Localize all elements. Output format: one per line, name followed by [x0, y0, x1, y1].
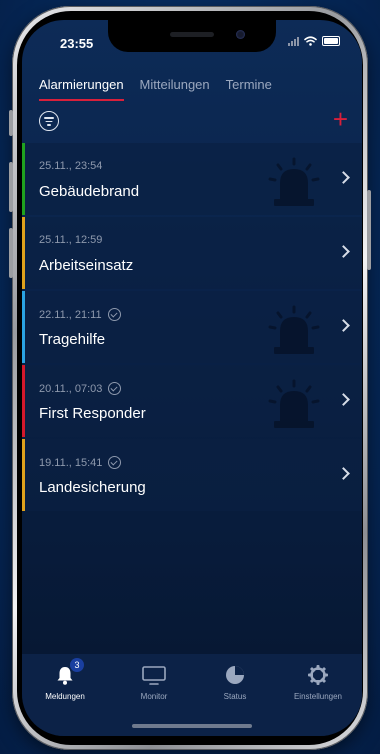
tabbar-item-status[interactable]: Status: [195, 664, 275, 701]
battery-icon: [322, 36, 340, 46]
alarm-type-color-bar: [22, 143, 25, 215]
camera-lens: [236, 30, 245, 39]
bell-icon: 3: [54, 658, 84, 686]
check-circle-icon: [107, 308, 121, 321]
tabbar-item-monitor[interactable]: Monitor: [114, 664, 194, 701]
alarm-datetime: 20.11., 07:03: [39, 382, 103, 395]
check-circle-icon: [108, 382, 122, 395]
alarm-row[interactable]: 19.11., 15:41 Landesicherung: [22, 439, 362, 511]
siren-icon: [268, 379, 320, 428]
power-button: [367, 190, 371, 270]
bottom-tab-bar: 3 Meldungen Monitor Status Einstellungen: [22, 654, 362, 736]
home-indicator: [132, 724, 252, 728]
alarm-row[interactable]: 22.11., 21:11 Tragehilfe: [22, 291, 362, 363]
alarm-datetime: 25.11., 23:54: [39, 160, 103, 172]
wifi-icon: [304, 36, 317, 46]
alarm-title: Landesicherung: [39, 479, 146, 496]
chevron-right-icon: [337, 393, 350, 406]
tab-termine[interactable]: Termine: [226, 77, 272, 101]
pie-clock-icon: [224, 664, 246, 686]
tabbar-item-meldungen[interactable]: 3 Meldungen: [25, 658, 105, 701]
tabbar-label-status: Status: [223, 692, 247, 701]
alarm-type-color-bar: [22, 439, 25, 511]
alarm-title: Tragehilfe: [39, 331, 106, 348]
app-screen: 23:55 Alarmierungen Mitteilungen Termine…: [22, 20, 362, 736]
signal-icon: [288, 36, 299, 46]
status-icons: [288, 36, 340, 46]
tab-alarmierungen[interactable]: Alarmierungen: [39, 77, 124, 101]
alarm-meta: 25.11., 23:54: [39, 160, 102, 172]
alarm-datetime: 22.11., 21:11: [39, 308, 102, 321]
check-circle-icon: [108, 456, 122, 469]
chevron-right-icon: [337, 171, 350, 184]
alarm-title: Gebäudebrand: [39, 183, 140, 200]
chevron-right-icon: [337, 245, 350, 258]
alarm-meta: 22.11., 21:11: [39, 308, 121, 321]
chevron-right-icon: [337, 319, 350, 332]
alarm-title: First Responder: [39, 405, 146, 422]
alarm-row[interactable]: 25.11., 12:59 Arbeitseinsatz: [22, 217, 362, 289]
alarm-row[interactable]: 25.11., 23:54 Gebäudebrand: [22, 143, 362, 215]
siren-icon: [268, 157, 320, 206]
add-alarm-button[interactable]: +: [333, 106, 348, 132]
alarm-type-color-bar: [22, 291, 25, 363]
alarm-meta: 20.11., 07:03: [39, 382, 122, 395]
notch: [108, 20, 276, 52]
mute-switch: [9, 110, 13, 136]
volume-up-button: [9, 162, 13, 212]
siren-icon: [268, 305, 320, 354]
filter-icon[interactable]: [39, 111, 59, 131]
tabbar-label-meldungen: Meldungen: [45, 692, 85, 701]
alarm-type-color-bar: [22, 365, 25, 437]
chevron-right-icon: [337, 467, 350, 480]
alarm-meta: 19.11., 15:41: [39, 456, 122, 469]
tabbar-label-monitor: Monitor: [140, 692, 168, 701]
alarm-list: 25.11., 23:54 Gebäudebrand 25.11., 12:59 Ar…: [22, 143, 362, 513]
tabbar-label-einstellungen: Einstellungen: [293, 692, 343, 701]
tabbar-item-einstellungen[interactable]: Einstellungen: [278, 664, 358, 701]
status-time: 23:55: [60, 36, 94, 51]
top-tabs: Alarmierungen Mitteilungen Termine: [39, 77, 272, 101]
notification-badge: 3: [70, 658, 84, 672]
alarm-meta: 25.11., 12:59: [39, 234, 102, 246]
gear-icon: [307, 664, 329, 686]
alarm-type-color-bar: [22, 217, 25, 289]
alarm-datetime: 19.11., 15:41: [39, 456, 103, 469]
monitor-icon: [141, 664, 167, 686]
speaker-grille: [170, 32, 214, 37]
alarm-row[interactable]: 20.11., 07:03 First Responder: [22, 365, 362, 437]
alarm-datetime: 25.11., 12:59: [39, 234, 103, 246]
volume-down-button: [9, 228, 13, 278]
alarm-title: Arbeitseinsatz: [39, 257, 134, 274]
tab-mitteilungen[interactable]: Mitteilungen: [140, 77, 210, 101]
